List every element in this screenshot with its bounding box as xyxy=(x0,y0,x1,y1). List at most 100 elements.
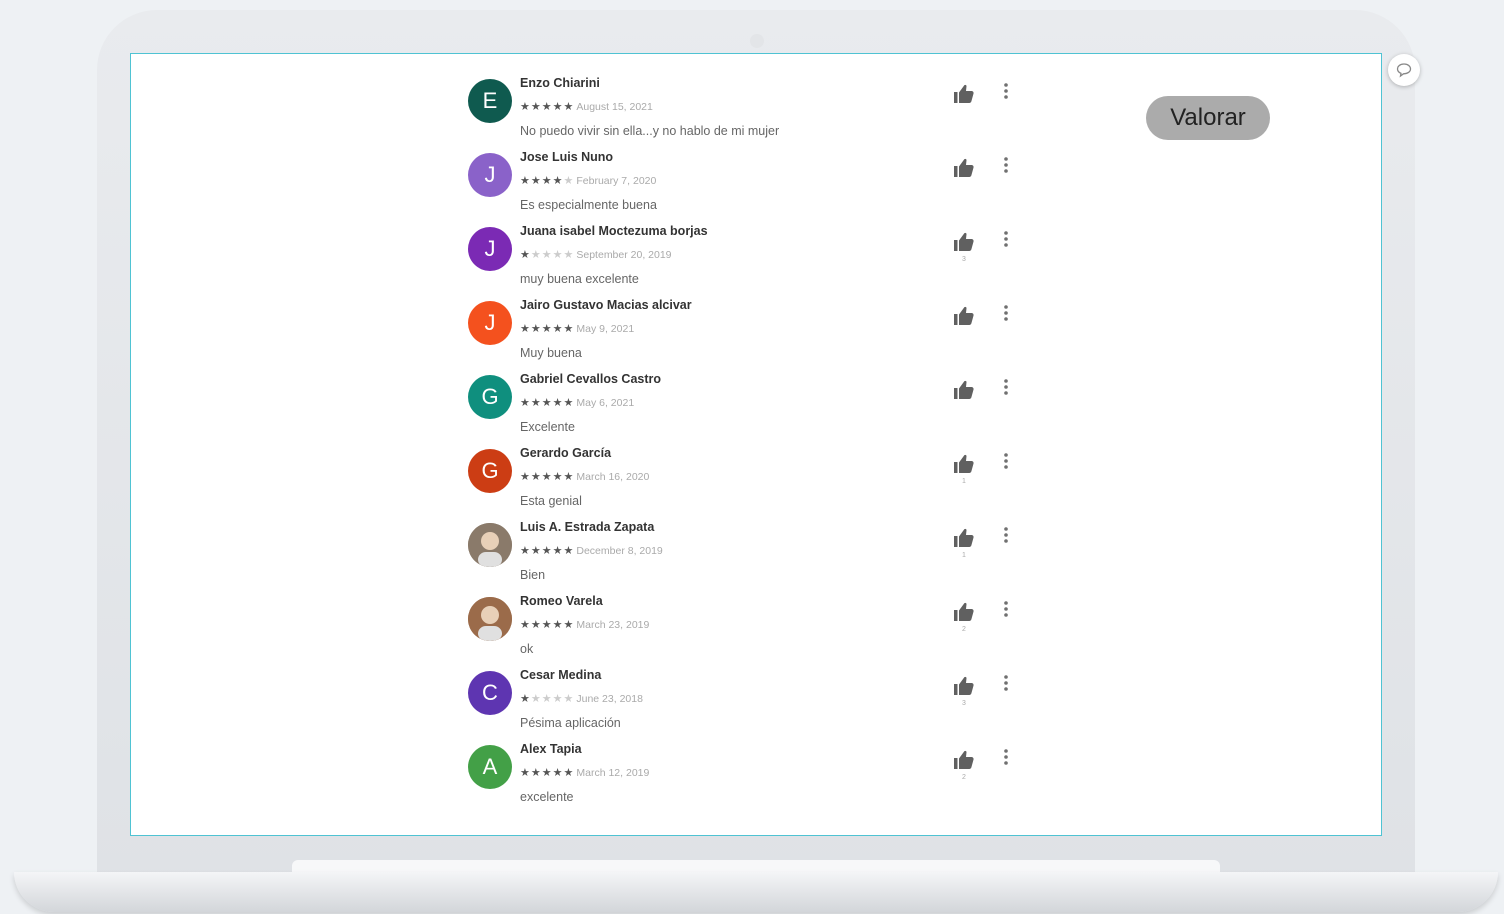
thumbs-up-icon[interactable] xyxy=(952,674,976,698)
more-options-icon[interactable] xyxy=(1002,230,1010,248)
star-icon: ★ xyxy=(520,175,531,187)
star-icon: ★ xyxy=(552,471,564,483)
more-options-icon[interactable] xyxy=(1002,156,1010,174)
chat-bubble-icon xyxy=(1396,63,1412,78)
review-item: A Alex Tapia ★★★★★ March 12, 2019 excelente 2 xyxy=(468,724,1028,804)
review-author: Cesar Medina xyxy=(520,668,602,682)
valorar-button[interactable]: Valorar xyxy=(1146,96,1270,140)
star-icon: ★ xyxy=(552,619,564,631)
star-icon: ★ xyxy=(563,323,575,335)
star-icon: ★ xyxy=(530,175,542,187)
more-options-icon[interactable] xyxy=(1002,304,1010,322)
more-options-icon[interactable] xyxy=(1002,674,1010,692)
like-count: 2 xyxy=(962,626,966,633)
review-item: C Cesar Medina ★★★★★ June 23, 2018 Pésima ap… xyxy=(468,650,1028,730)
star-icon: ★ xyxy=(563,175,575,187)
star-icon: ★ xyxy=(552,767,564,779)
avatar: J xyxy=(468,153,512,197)
feedback-icon[interactable] xyxy=(1388,54,1420,86)
review-item: J Juana isabel Moctezuma borjas ★★★★★ Septe… xyxy=(468,206,1028,286)
star-icon: ★ xyxy=(563,471,575,483)
star-icon: ★ xyxy=(552,175,564,187)
star-icon: ★ xyxy=(552,323,564,335)
star-icon: ★ xyxy=(530,249,542,261)
more-options-icon[interactable] xyxy=(1002,378,1010,396)
star-icon: ★ xyxy=(530,323,542,335)
star-icon: ★ xyxy=(563,767,575,779)
thumbs-up-icon[interactable] xyxy=(952,748,976,772)
rating-line: ★★★★★ September 20, 2019 xyxy=(520,248,672,261)
star-icon: ★ xyxy=(563,397,575,409)
star-icon: ★ xyxy=(520,693,531,705)
review-author: Gerardo García xyxy=(520,446,612,460)
review-author: Enzo Chiarini xyxy=(520,76,600,90)
star-icon: ★ xyxy=(541,545,553,557)
star-icon: ★ xyxy=(530,101,542,113)
star-icon: ★ xyxy=(520,545,531,557)
star-icon: ★ xyxy=(520,471,531,483)
star-icon: ★ xyxy=(541,323,553,335)
star-icon: ★ xyxy=(563,693,575,705)
star-icon: ★ xyxy=(520,767,531,779)
thumbs-up-icon[interactable] xyxy=(952,452,976,476)
star-icon: ★ xyxy=(520,323,531,335)
star-icon: ★ xyxy=(541,175,553,187)
star-icon: ★ xyxy=(563,101,575,113)
review-item: J Jairo Gustavo Macias alcivar ★★★★★ May 9,… xyxy=(468,280,1028,360)
review-date: March 16, 2020 xyxy=(576,471,650,483)
review-item: G Gabriel Cevallos Castro ★★★★★ May 6, 2021… xyxy=(468,354,1028,434)
review-author: Juana isabel Moctezuma borjas xyxy=(520,224,708,238)
review-date: February 7, 2020 xyxy=(576,175,657,187)
review-date: September 20, 2019 xyxy=(576,249,672,261)
avatar: A xyxy=(468,745,512,789)
star-icon: ★ xyxy=(530,767,542,779)
avatar xyxy=(468,523,512,567)
rating-line: ★★★★★ February 7, 2020 xyxy=(520,174,656,187)
more-options-icon[interactable] xyxy=(1002,82,1010,100)
review-date: May 9, 2021 xyxy=(576,323,635,335)
star-icon: ★ xyxy=(520,397,531,409)
review-date: August 15, 2021 xyxy=(576,101,653,113)
star-icon: ★ xyxy=(563,545,575,557)
star-icon: ★ xyxy=(541,767,553,779)
laptop-base xyxy=(14,872,1498,912)
avatar: E xyxy=(468,79,512,123)
review-date: March 12, 2019 xyxy=(576,767,650,779)
more-options-icon[interactable] xyxy=(1002,600,1010,618)
avatar: J xyxy=(468,227,512,271)
review-date: June 23, 2018 xyxy=(576,693,643,705)
star-icon: ★ xyxy=(530,471,542,483)
more-options-icon[interactable] xyxy=(1002,452,1010,470)
review-date: May 6, 2021 xyxy=(576,397,635,409)
thumbs-up-icon[interactable] xyxy=(952,230,976,254)
star-icon: ★ xyxy=(552,693,564,705)
star-icon: ★ xyxy=(552,545,564,557)
thumbs-up-icon[interactable] xyxy=(952,82,976,106)
star-icon: ★ xyxy=(552,101,564,113)
avatar: G xyxy=(468,375,512,419)
thumbs-up-icon[interactable] xyxy=(952,600,976,624)
thumbs-up-icon[interactable] xyxy=(952,378,976,402)
star-icon: ★ xyxy=(541,471,553,483)
more-options-icon[interactable] xyxy=(1002,526,1010,544)
thumbs-up-icon[interactable] xyxy=(952,304,976,328)
star-icon: ★ xyxy=(552,397,564,409)
app-screen: E Enzo Chiarini ★★★★★ August 15, 2021 No pue… xyxy=(130,53,1382,836)
thumbs-up-icon[interactable] xyxy=(952,526,976,550)
like-count: 2 xyxy=(962,774,966,781)
review-author: Luis A. Estrada Zapata xyxy=(520,520,655,534)
like-count: 3 xyxy=(962,256,966,263)
rating-line: ★★★★★ March 16, 2020 xyxy=(520,470,649,483)
camera-dot xyxy=(750,34,764,48)
star-icon: ★ xyxy=(530,545,542,557)
star-icon: ★ xyxy=(541,101,553,113)
rating-line: ★★★★★ May 9, 2021 xyxy=(520,322,634,335)
star-icon: ★ xyxy=(530,619,542,631)
review-author: Alex Tapia xyxy=(520,742,582,756)
thumbs-up-icon[interactable] xyxy=(952,156,976,180)
star-icon: ★ xyxy=(541,693,553,705)
like-count: 1 xyxy=(962,552,966,559)
like-count: 1 xyxy=(962,478,966,485)
more-options-icon[interactable] xyxy=(1002,748,1010,766)
review-date: March 23, 2019 xyxy=(576,619,650,631)
